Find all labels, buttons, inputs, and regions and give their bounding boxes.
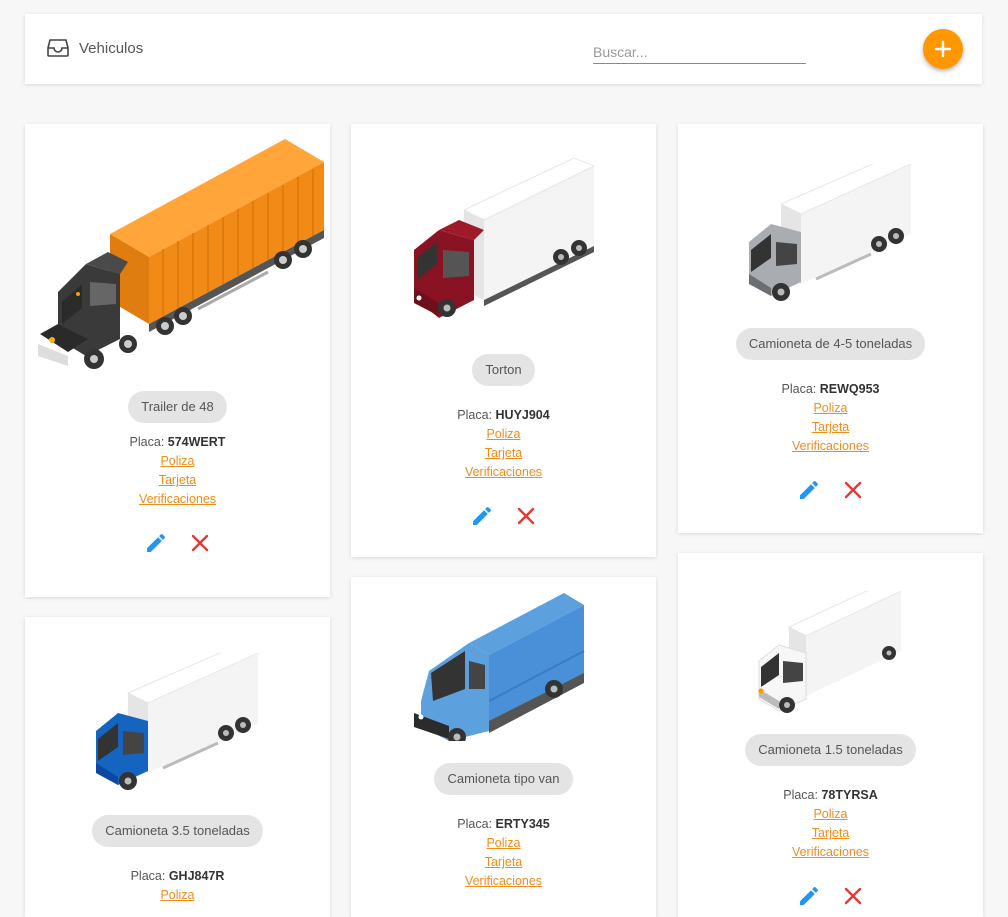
plate-label: Placa: xyxy=(457,408,493,422)
close-icon xyxy=(188,534,212,558)
pencil-icon xyxy=(470,506,494,531)
tarjeta-link[interactable]: Tarjeta xyxy=(678,418,983,437)
pencil-icon xyxy=(144,533,168,558)
plate-value: 78TYRSA xyxy=(821,788,878,802)
vehicle-info: Placa: GHJ847R Poliza xyxy=(25,867,330,905)
vehicle-info: Placa: REWQ953 Poliza Tarjeta Verificaci… xyxy=(678,380,983,456)
vehicle-card: Camioneta 1.5 toneladas Placa: 78TYRSA P… xyxy=(678,553,983,917)
truck-box-blue-image xyxy=(78,644,278,793)
vehicle-type-chip: Camioneta tipo van xyxy=(434,763,573,795)
vehicle-info: Placa: 78TYRSA Poliza Tarjeta Verificaci… xyxy=(678,786,983,862)
plate-label: Placa: xyxy=(781,382,817,396)
edit-button[interactable] xyxy=(470,504,494,528)
plate-label: Placa: xyxy=(130,869,166,883)
close-icon xyxy=(841,481,865,505)
truck-box-gray-image xyxy=(731,155,931,304)
verificaciones-link[interactable]: Verificaciones xyxy=(351,872,656,891)
vehicle-type-chip: Torton xyxy=(472,354,535,386)
poliza-link[interactable]: Poliza xyxy=(351,834,656,853)
vehicle-type-chip: Camioneta de 4-5 toneladas xyxy=(735,328,926,360)
tarjeta-link[interactable]: Tarjeta xyxy=(351,444,656,463)
edit-button[interactable] xyxy=(797,884,821,908)
poliza-link[interactable]: Poliza xyxy=(25,886,330,905)
plate-value: 574WERT xyxy=(167,435,226,449)
delete-button[interactable] xyxy=(514,504,538,528)
edit-button[interactable] xyxy=(144,531,168,555)
vehicle-type-chip: Camioneta 3.5 toneladas xyxy=(92,815,263,847)
vehicle-card: Trailer de 48 Placa: 574WERT Poliza Tarj… xyxy=(25,124,330,597)
van-blue-image xyxy=(409,591,599,746)
vehicle-info: Placa: HUYJ904 Poliza Tarjeta Verificaci… xyxy=(351,406,656,482)
truck-box-white-image xyxy=(741,582,921,716)
verificaciones-link[interactable]: Verificaciones xyxy=(678,437,983,456)
poliza-link[interactable]: Poliza xyxy=(351,425,656,444)
verificaciones-link[interactable]: Verificaciones xyxy=(25,490,330,509)
edit-button[interactable] xyxy=(797,478,821,502)
close-icon xyxy=(514,507,538,531)
plate-label: Placa: xyxy=(457,817,493,831)
vehicle-card: Camioneta tipo van Placa: ERTY345 Poliza… xyxy=(351,577,656,917)
close-icon xyxy=(841,887,865,911)
delete-button[interactable] xyxy=(188,531,212,555)
plate-value: ERTY345 xyxy=(495,817,550,831)
truck-torton-image xyxy=(389,157,619,328)
vehicle-type-chip: Camioneta 1.5 toneladas xyxy=(745,734,916,766)
tarjeta-link[interactable]: Tarjeta xyxy=(351,853,656,872)
vehicle-card: Camioneta de 4-5 toneladas Placa: REWQ95… xyxy=(678,124,983,533)
vehicle-info: Placa: 574WERT Poliza Tarjeta Verificaci… xyxy=(25,433,330,509)
plate-label: Placa: xyxy=(783,788,818,802)
vehicle-card: Torton Placa: HUYJ904 Poliza Tarjeta Ver… xyxy=(351,124,656,557)
plate-value: REWQ953 xyxy=(819,382,880,396)
add-vehicle-button[interactable] xyxy=(923,29,963,69)
plate-label: Placa: xyxy=(129,435,165,449)
verificaciones-link[interactable]: Verificaciones xyxy=(678,843,983,862)
truck-trailer-image xyxy=(28,134,328,379)
vehicle-type-chip: Trailer de 48 xyxy=(128,391,227,423)
top-toolbar: Vehiculos xyxy=(25,14,982,84)
delete-button[interactable] xyxy=(841,478,865,502)
plate-value: HUYJ904 xyxy=(495,408,550,422)
plate-value: GHJ847R xyxy=(168,869,225,883)
page-title: Vehiculos xyxy=(79,39,144,57)
inbox-icon xyxy=(47,38,69,58)
verificaciones-link[interactable]: Verificaciones xyxy=(351,463,656,482)
tarjeta-link[interactable]: Tarjeta xyxy=(678,824,983,843)
vehicle-card: Camioneta 3.5 toneladas Placa: GHJ847R P… xyxy=(25,617,330,917)
tarjeta-link[interactable]: Tarjeta xyxy=(25,471,330,490)
delete-button[interactable] xyxy=(841,884,865,908)
poliza-link[interactable]: Poliza xyxy=(25,452,330,471)
search-input[interactable] xyxy=(593,36,806,64)
brand: Vehiculos xyxy=(47,38,143,58)
poliza-link[interactable]: Poliza xyxy=(678,399,983,418)
vehicle-info: Placa: ERTY345 Poliza Tarjeta Verificaci… xyxy=(351,815,656,891)
pencil-icon xyxy=(797,480,821,505)
poliza-link[interactable]: Poliza xyxy=(678,805,983,824)
pencil-icon xyxy=(797,886,821,911)
